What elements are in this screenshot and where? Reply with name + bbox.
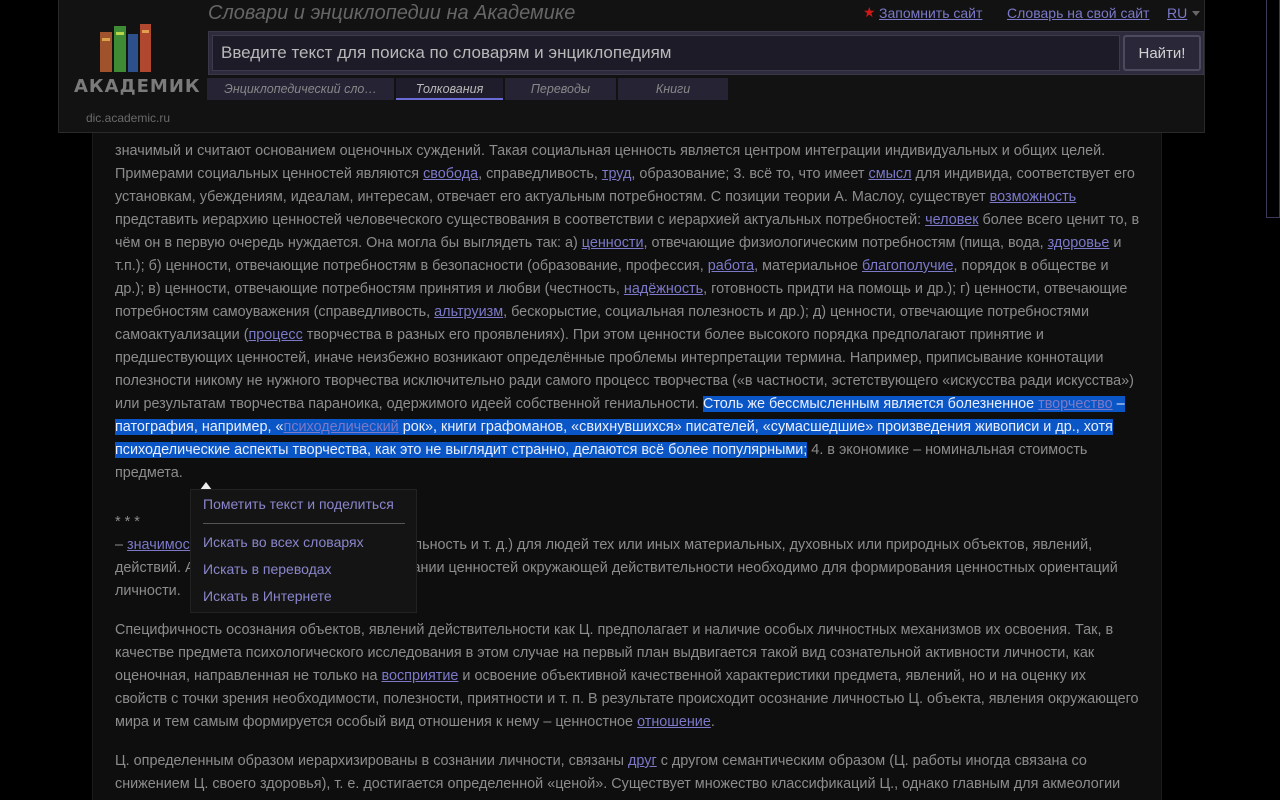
stars-divider: * * *	[115, 514, 140, 530]
article-paragraph: Ц. определенным образом иерархизированы …	[115, 750, 1140, 800]
text-segment: , образование; 3. всё то, что имеет	[631, 166, 869, 182]
site-title: Словари и энциклопедии на Академике	[208, 2, 576, 24]
text-segment: Ц. определенным образом иерархизированы …	[115, 753, 629, 769]
language-selector[interactable]: RU	[1167, 5, 1187, 21]
link-possibility[interactable]: возможность	[990, 189, 1077, 205]
link-welfare[interactable]: благополучие	[862, 258, 954, 274]
side-panel-edge	[1266, 0, 1280, 218]
text-segment: , справедливость,	[478, 166, 602, 182]
text-segment: .	[710, 714, 715, 730]
link-psychedelic[interactable]: психоделический	[284, 419, 399, 435]
search-bar: Найти!	[208, 31, 1204, 75]
menu-item-search-translations[interactable]: Искать в переводах	[203, 561, 332, 577]
article-paragraph: Специфичность осознания объектов, явлени…	[115, 619, 1140, 734]
menu-divider	[203, 523, 405, 524]
search-input[interactable]	[212, 35, 1120, 71]
text-segment: представить иерархию ценностей человечес…	[115, 212, 926, 228]
tab-encyclopedic-dictionary[interactable]: Энциклопедический сло…	[207, 78, 394, 100]
search-button[interactable]: Найти!	[1123, 35, 1201, 71]
article-body: значимый и считают основанием оценочных …	[115, 140, 1140, 800]
link-creativity[interactable]: творчество	[1038, 396, 1113, 412]
menu-item-search-all[interactable]: Искать во всех словарях	[203, 534, 364, 550]
link-work[interactable]: работа	[708, 258, 754, 274]
link-relation[interactable]: отношение	[637, 714, 711, 730]
link-friend[interactable]: друг	[628, 753, 657, 769]
text-segment: –	[115, 537, 128, 553]
menu-item-search-internet[interactable]: Искать в Интернете	[203, 588, 332, 604]
text-segment: Столь же бессмысленным является болезнен…	[702, 396, 1039, 412]
link-meaning[interactable]: смысл	[869, 166, 912, 182]
menu-item-share[interactable]: Пометить текст и поделиться	[203, 496, 394, 512]
logo-text: АКАДЕМИК	[74, 76, 201, 97]
star-icon: ★	[863, 4, 876, 20]
chevron-down-icon	[1192, 11, 1200, 16]
link-labor[interactable]: труд	[602, 166, 632, 182]
tab-definitions[interactable]: Толкования	[396, 78, 503, 100]
dictionary-for-site-link[interactable]: Словарь на свой сайт	[1007, 5, 1149, 21]
selection-context-menu: Пометить текст и поделиться Искать во вс…	[190, 489, 417, 613]
text-segment: , материальное	[754, 258, 862, 274]
link-health[interactable]: здоровье	[1048, 235, 1110, 251]
link-process[interactable]: процесс	[249, 327, 303, 343]
article-paragraph: значимый и считают основанием оценочных …	[115, 140, 1140, 485]
remember-site-link[interactable]: Запомнить сайт	[879, 5, 982, 21]
tab-translations[interactable]: Переводы	[505, 78, 616, 100]
link-altruism[interactable]: альтруизм	[434, 304, 503, 320]
books-logo-icon	[100, 24, 151, 72]
logo-url: dic.academic.ru	[85, 111, 171, 125]
link-reliability[interactable]: надёжность	[624, 281, 703, 297]
academic-logo[interactable]: АКАДЕМИК	[74, 24, 201, 100]
tab-books[interactable]: Книги	[618, 78, 728, 100]
link-freedom[interactable]: свобода	[423, 166, 478, 182]
link-perception[interactable]: восприятие	[381, 668, 458, 684]
link-values[interactable]: ценности	[582, 235, 644, 251]
link-human[interactable]: человек	[925, 212, 978, 228]
text-segment: , отвечающие физиологическим потребностя…	[643, 235, 1048, 251]
